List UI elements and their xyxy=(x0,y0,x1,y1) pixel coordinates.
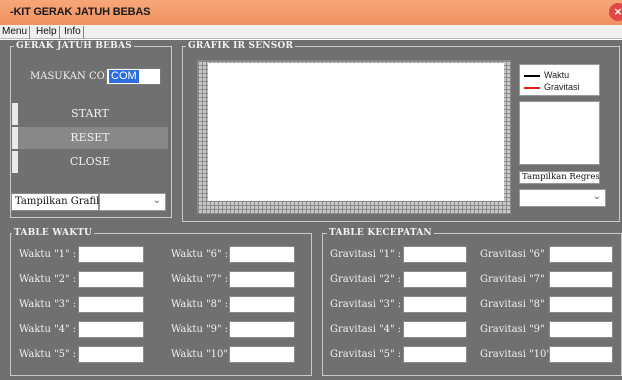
table-value-field[interactable] xyxy=(549,271,613,288)
chevron-down-icon: ⌄ xyxy=(152,195,161,206)
legend-swatch-waktu xyxy=(524,74,540,77)
table-value-field[interactable] xyxy=(403,346,467,363)
table-label: Gravitasi "7" : xyxy=(480,274,552,285)
chevron-down-icon: ⌄ xyxy=(592,191,601,202)
table-kecepatan-title: TABLE KECEPATAN xyxy=(327,228,434,238)
table-value-field[interactable] xyxy=(78,346,144,363)
table-value-field[interactable] xyxy=(229,271,295,288)
table-label: Gravitasi "6" : xyxy=(480,249,552,260)
table-value-field[interactable] xyxy=(229,246,295,263)
table-label: Gravitasi "8" : xyxy=(480,299,552,310)
com-value: COM xyxy=(109,70,139,83)
chart-plot-area xyxy=(208,63,504,201)
table-value-field[interactable] xyxy=(403,246,467,263)
table-label: Waktu "8" : xyxy=(171,299,229,310)
table-value-field[interactable] xyxy=(549,296,613,313)
table-value-field[interactable] xyxy=(78,271,144,288)
regresi-display xyxy=(519,101,600,165)
table-label: Waktu "5" : xyxy=(19,349,77,360)
table-value-field[interactable] xyxy=(549,321,613,338)
menu-item-help[interactable]: Help xyxy=(34,26,60,39)
title-bar: -KIT GERAK JATUH BEBAS × xyxy=(0,0,622,25)
table-label: Waktu "9" : xyxy=(171,324,229,335)
table-label: Waktu "3" : xyxy=(19,299,77,310)
com-input[interactable]: COM xyxy=(106,68,161,85)
table-label: Gravitasi "3" : xyxy=(330,299,402,310)
table-value-field[interactable] xyxy=(78,296,144,313)
window-title: -KIT GERAK JATUH BEBAS xyxy=(10,6,151,18)
table-label: Gravitasi "2" : xyxy=(330,274,402,285)
table-value-field[interactable] xyxy=(549,246,613,263)
legend-item-gravitasi: Gravitasi xyxy=(524,82,580,92)
table-value-field[interactable] xyxy=(403,271,467,288)
menu-item-menu[interactable]: Menu xyxy=(0,26,31,39)
table-value-field[interactable] xyxy=(403,296,467,313)
regresi-select[interactable]: ⌄ xyxy=(519,189,606,207)
grafik-label-box: Tampilkan Grafik : xyxy=(11,193,109,211)
tampilkan-grafik-label: Tampilkan Grafik : xyxy=(15,196,109,207)
table-value-field[interactable] xyxy=(229,321,295,338)
grafik-select[interactable]: ⌄ xyxy=(99,193,166,211)
table-label: Gravitasi "9" : xyxy=(480,324,552,335)
table-label: Waktu "2" : xyxy=(19,274,77,285)
close-icon[interactable]: × xyxy=(609,3,622,21)
menu-item-info[interactable]: Info xyxy=(62,26,84,39)
table-value-field[interactable] xyxy=(403,321,467,338)
legend-swatch-gravitasi xyxy=(524,86,540,89)
chart-legend: Waktu Gravitasi xyxy=(519,64,600,96)
close-button[interactable]: CLOSE xyxy=(12,151,168,173)
menu-bar: Menu Help Info xyxy=(0,25,622,39)
start-button[interactable]: START xyxy=(12,103,168,125)
grafik-title: GRAFIK IR SENSOR xyxy=(186,41,296,51)
table-label: Waktu "10" : xyxy=(171,349,235,360)
table-value-field[interactable] xyxy=(549,346,613,363)
table-label: Gravitasi "4" : xyxy=(330,324,402,335)
table-label: Gravitasi "1" : xyxy=(330,249,402,260)
table-label: Waktu "7" : xyxy=(171,274,229,285)
reset-button[interactable]: RESET xyxy=(12,127,168,149)
table-value-field[interactable] xyxy=(229,296,295,313)
table-value-field[interactable] xyxy=(229,346,295,363)
table-label: Waktu "1" : xyxy=(19,249,77,260)
table-label: Waktu "4" : xyxy=(19,324,77,335)
gerak-title: GERAK JATUH BEBAS xyxy=(14,41,134,51)
table-waktu-title: TABLE WAKTU xyxy=(12,228,95,238)
reset-indicator xyxy=(12,127,18,149)
table-value-field[interactable] xyxy=(78,246,144,263)
legend-item-waktu: Waktu xyxy=(524,70,569,80)
tampilkan-regresi-label: Tampilkan Regresi : xyxy=(519,171,600,184)
table-label: Gravitasi "5" : xyxy=(330,349,402,360)
table-value-field[interactable] xyxy=(78,321,144,338)
table-label: Gravitasi "10" : xyxy=(480,349,558,360)
table-label: Waktu "6" : xyxy=(171,249,229,260)
